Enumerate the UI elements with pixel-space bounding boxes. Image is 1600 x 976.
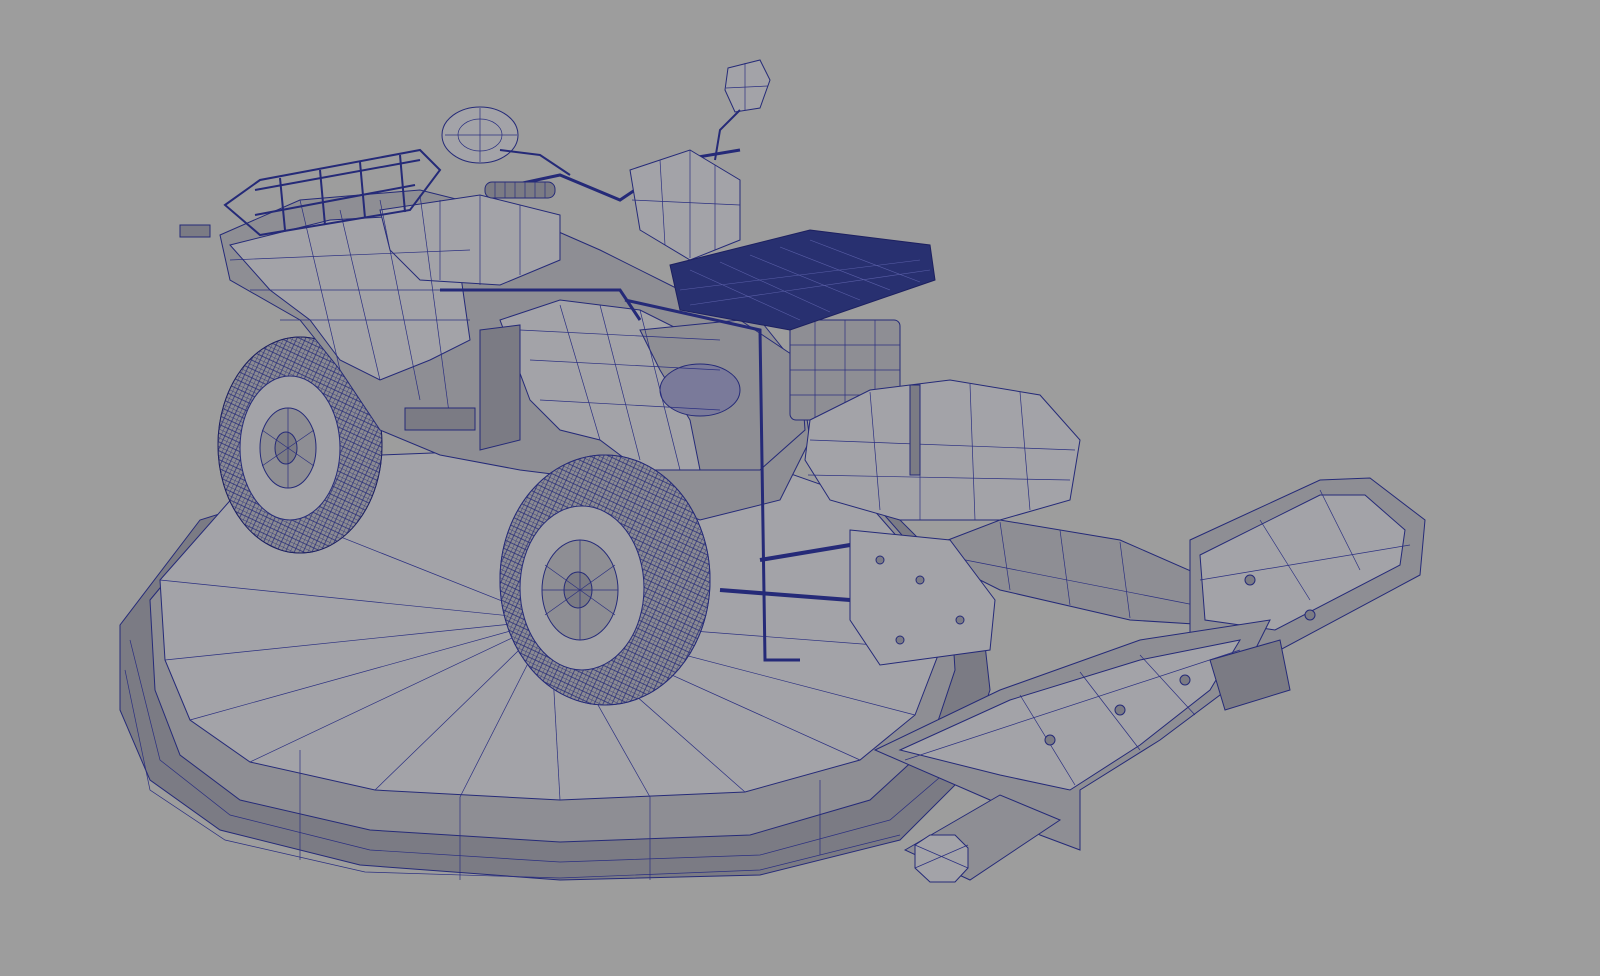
side-mirror-left[interactable]: [441, 106, 571, 176]
front-wheel-right[interactable]: [499, 454, 711, 706]
3d-viewport[interactable]: [0, 0, 1600, 976]
side-mirror-right[interactable]: [714, 59, 771, 161]
scene-render[interactable]: [0, 0, 1600, 976]
